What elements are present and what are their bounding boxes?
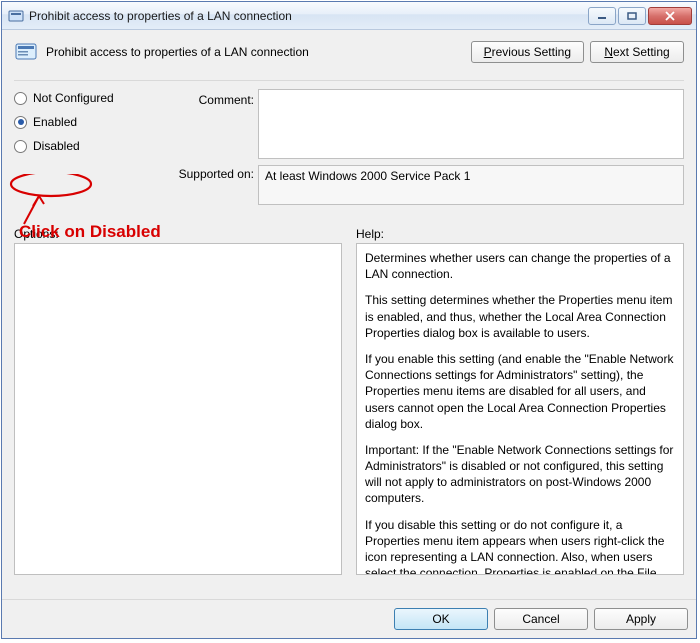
next-setting-button[interactable]: Next Setting (590, 41, 684, 63)
help-pane[interactable]: Determines whether users can change the … (356, 243, 684, 575)
supported-label: Supported on: (168, 165, 254, 181)
help-paragraph: If you disable this setting or do not co… (365, 517, 675, 575)
window-controls (588, 7, 692, 25)
radio-icon (14, 116, 27, 129)
nav-buttons: Previous Setting Next Setting (471, 41, 684, 63)
dialog-content: Prohibit access to properties of a LAN c… (2, 30, 696, 599)
help-paragraph: If you enable this setting (and enable t… (365, 351, 675, 432)
radio-label: Enabled (33, 115, 77, 129)
cancel-button[interactable]: Cancel (494, 608, 588, 630)
supported-on-value: At least Windows 2000 Service Pack 1 (258, 165, 684, 205)
options-pane[interactable] (14, 243, 342, 575)
minimize-button[interactable] (588, 7, 616, 25)
maximize-button[interactable] (618, 7, 646, 25)
options-label: Options: (14, 227, 342, 241)
help-paragraph: This setting determines whether the Prop… (365, 292, 675, 341)
policy-icon (14, 40, 38, 64)
pane-labels: Options: Help: (14, 227, 684, 241)
help-paragraph: Determines whether users can change the … (365, 250, 675, 282)
radio-enabled[interactable]: Enabled (14, 115, 164, 129)
divider (14, 80, 684, 81)
app-icon (8, 8, 24, 24)
dialog-window: Prohibit access to properties of a LAN c… (1, 1, 697, 639)
radio-not-configured[interactable]: Not Configured (14, 91, 164, 105)
header-row: Prohibit access to properties of a LAN c… (14, 40, 684, 64)
radio-label: Disabled (33, 139, 80, 153)
policy-title: Prohibit access to properties of a LAN c… (46, 45, 463, 59)
radio-icon (14, 140, 27, 153)
radio-disabled[interactable]: Disabled (14, 139, 164, 153)
title-bar: Prohibit access to properties of a LAN c… (2, 2, 696, 30)
help-paragraph: Important: If the "Enable Network Connec… (365, 442, 675, 507)
ok-button[interactable]: OK (394, 608, 488, 630)
radio-icon (14, 92, 27, 105)
comment-label: Comment: (168, 89, 254, 107)
radio-label: Not Configured (33, 91, 114, 105)
comment-textarea[interactable] (258, 89, 684, 159)
settings-grid: Not Configured Enabled Disabled Comment:… (14, 89, 684, 217)
panes-row: Determines whether users can change the … (14, 243, 684, 591)
help-label: Help: (356, 227, 684, 241)
apply-button[interactable]: Apply (594, 608, 688, 630)
previous-setting-button[interactable]: Previous Setting (471, 41, 584, 63)
dialog-footer: OK Cancel Apply (2, 599, 696, 638)
state-radio-group: Not Configured Enabled Disabled (14, 89, 164, 153)
window-title: Prohibit access to properties of a LAN c… (29, 9, 588, 23)
close-button[interactable] (648, 7, 692, 25)
